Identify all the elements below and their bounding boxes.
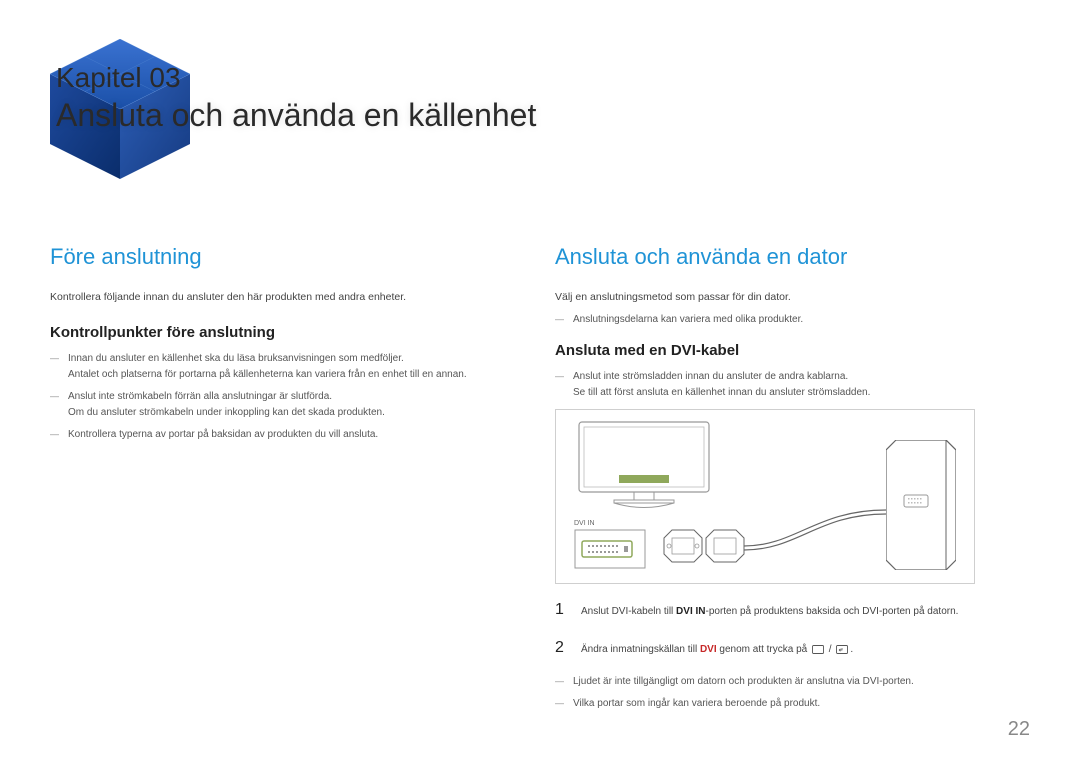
monitor-icon — [574, 420, 714, 515]
dvi-heading: Ansluta med en DVI-kabel — [555, 342, 1030, 359]
list-item: Anslut inte strömsladden innan du anslut… — [555, 369, 1030, 401]
before-connect-heading: Före anslutning — [50, 244, 525, 270]
steps-list: 1 Anslut DVI-kabeln till DVI IN-porten p… — [555, 598, 1030, 660]
item-sub: Antalet och platserna för portarna på kä… — [68, 367, 525, 383]
item-main: Anslut inte strömsladden innan du anslut… — [573, 371, 848, 382]
step-number: 2 — [555, 636, 567, 660]
item-sub: Om du ansluter strömkabeln under inkoppl… — [68, 405, 525, 421]
chapter-label: Kapitel 03 — [56, 60, 536, 96]
step-text: Ändra inmatningskällan till DVI genom at… — [581, 642, 853, 657]
connection-diagram: DVI IN — [555, 409, 975, 584]
right-column: Ansluta och använda en dator Välj en ans… — [555, 244, 1030, 718]
source-button-icon — [812, 645, 824, 654]
chapter-title-block: Kapitel 03 Ansluta och använda en källen… — [56, 60, 536, 135]
list-item: Kontrollera typerna av portar på baksida… — [50, 427, 525, 443]
chapter-title: Ansluta och använda en källenhet — [56, 96, 536, 134]
item-main: Anslutningsdelarna kan variera med olika… — [573, 314, 803, 325]
dvi-pre-list: Anslut inte strömsladden innan du anslut… — [555, 369, 1030, 401]
dvi-port-label: DVI IN — [574, 520, 664, 527]
manual-page: Kapitel 03 Ansluta och använda en källen… — [0, 0, 1080, 763]
step-item: 1 Anslut DVI-kabeln till DVI IN-porten p… — [555, 598, 1030, 622]
chapter-header: Kapitel 03 Ansluta och använda en källen… — [50, 34, 1030, 194]
step-text: Anslut DVI-kabeln till DVI IN-porten på … — [581, 604, 958, 619]
list-item: Anslutningsdelarna kan variera med olika… — [555, 312, 1030, 328]
connect-pc-intro: Välj en anslutningsmetod som passar för … — [555, 290, 1030, 306]
connect-pc-heading: Ansluta och använda en dator — [555, 244, 1030, 270]
step-item: 2 Ändra inmatningskällan till DVI genom … — [555, 636, 1030, 660]
list-item: Innan du ansluter en källenhet ska du lä… — [50, 351, 525, 383]
before-connect-intro: Kontrollera följande innan du ansluter d… — [50, 290, 525, 306]
computer-icon — [886, 440, 956, 570]
item-main: Kontrollera typerna av portar på baksida… — [68, 429, 378, 440]
item-sub: Se till att först ansluta en källenhet i… — [573, 385, 1030, 401]
content-columns: Före anslutning Kontrollera följande inn… — [50, 244, 1030, 718]
list-item: Anslut inte strömkabeln förrän alla ansl… — [50, 389, 525, 421]
dvi-port-detail: DVI IN — [574, 520, 664, 574]
checkpoints-list: Innan du ansluter en källenhet ska du lä… — [50, 351, 525, 443]
footnotes-list: Ljudet är inte tillgängligt om datorn oc… — [555, 674, 1030, 712]
page-number: 22 — [1008, 718, 1030, 741]
connect-note-list: Anslutningsdelarna kan variera med olika… — [555, 312, 1030, 328]
step-number: 1 — [555, 598, 567, 622]
item-main: Innan du ansluter en källenhet ska du lä… — [68, 353, 404, 364]
list-item: Vilka portar som ingår kan variera beroe… — [555, 696, 1030, 712]
checkpoints-heading: Kontrollpunkter före anslutning — [50, 324, 525, 341]
left-column: Före anslutning Kontrollera följande inn… — [50, 244, 525, 718]
item-main: Anslut inte strömkabeln förrän alla ansl… — [68, 391, 332, 402]
list-item: Ljudet är inte tillgängligt om datorn oc… — [555, 674, 1030, 690]
return-button-icon — [836, 645, 848, 654]
